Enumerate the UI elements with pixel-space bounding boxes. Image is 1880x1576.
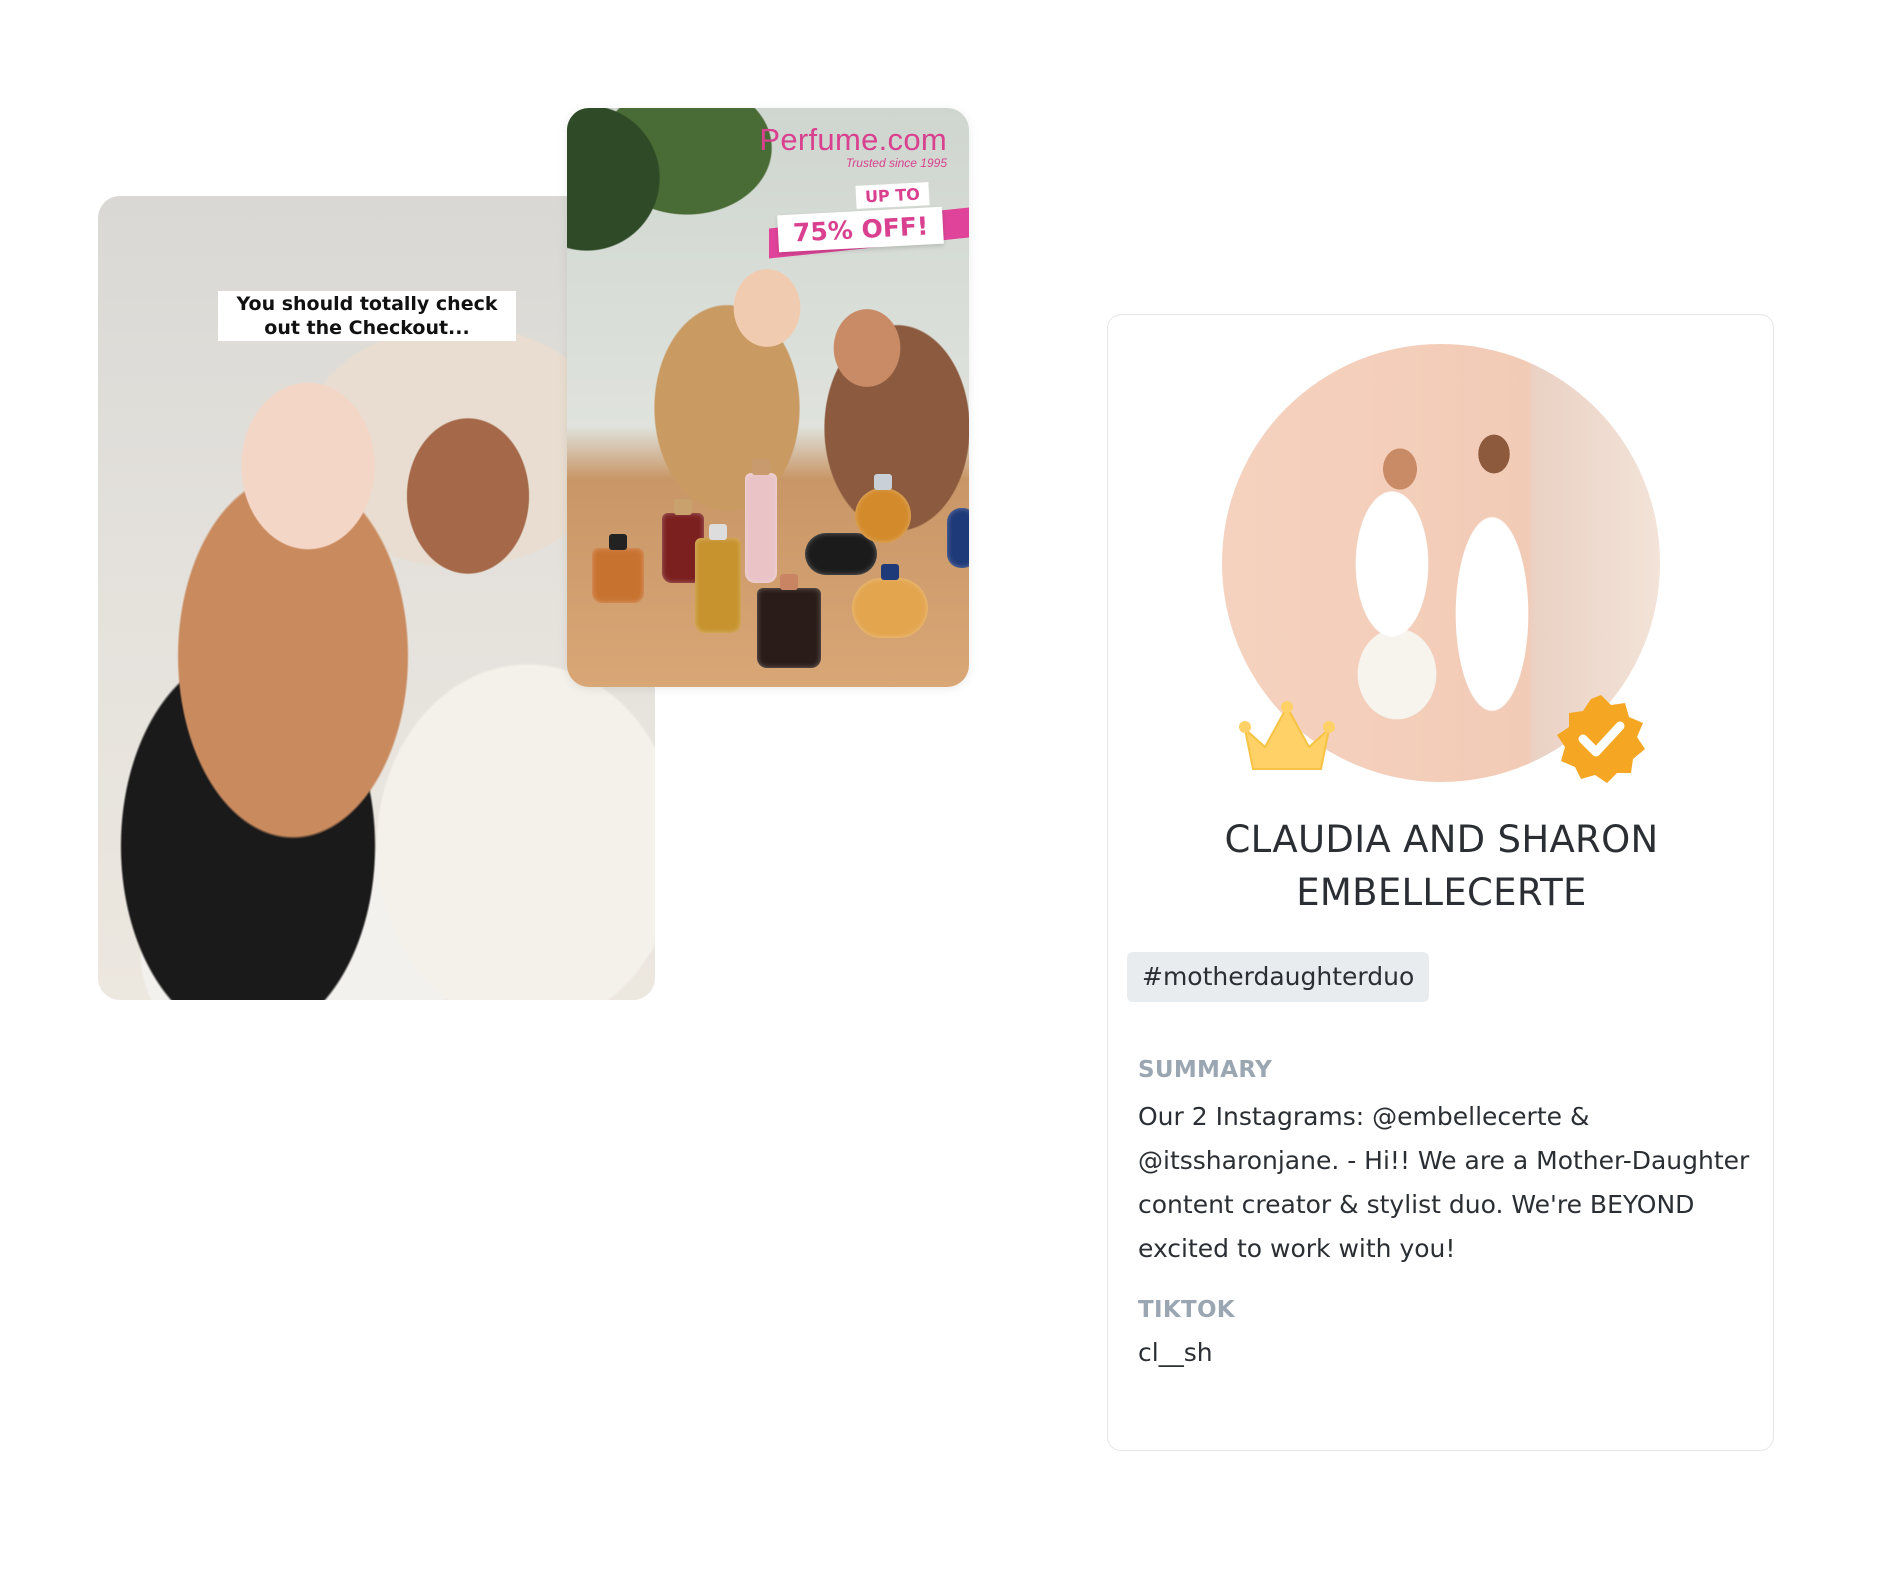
crown-icon	[1239, 701, 1335, 770]
perfume-bottle-image	[805, 533, 877, 575]
perfume-ad-thumbnail-card[interactable]: Perfume.com Trusted since 1995 UP TO 75%…	[567, 108, 969, 687]
brand-name: Perfume.com	[759, 122, 947, 157]
creator-profile-card: CLAUDIA AND SHARON EMBELLECERTE #motherd…	[1107, 314, 1774, 1451]
video-caption: You should totally check out the Checkou…	[218, 291, 516, 341]
tiktok-handle[interactable]: cl__sh	[1138, 1338, 1213, 1367]
hashtag-tag[interactable]: #motherdaughterduo	[1127, 952, 1430, 1002]
creator-name-line: CLAUDIA AND SHARON	[1224, 818, 1659, 861]
perfume-bottle-image	[852, 564, 928, 638]
perfume-brand-logo: Perfume.com Trusted since 1995	[759, 122, 947, 171]
summary-text: Our 2 Instagrams: @embellecerte & @itssh…	[1138, 1102, 1750, 1263]
avatar-container	[1222, 344, 1660, 783]
verified-icon	[1557, 695, 1645, 783]
perfume-bottle-image	[855, 474, 911, 543]
perfume-bottle-image	[757, 574, 821, 668]
promo-offer: 75% OFF!	[776, 206, 944, 253]
summary-label: SUMMARY	[1138, 1057, 1273, 1083]
perfume-bottle-image	[592, 534, 644, 603]
tiktok-label: TIKTOK	[1138, 1297, 1235, 1323]
creator-name: CLAUDIA AND SHARON EMBELLECERTE	[1108, 813, 1775, 919]
creator-name-line: EMBELLECERTE	[1296, 871, 1587, 914]
brand-tagline: Trusted since 1995	[845, 156, 947, 170]
perfume-bottle-image	[695, 524, 741, 633]
perfume-bottle-image	[745, 459, 777, 583]
promo-banner: UP TO 75% OFF!	[769, 182, 969, 266]
promo-prefix: UP TO	[855, 182, 930, 209]
perfume-bottle-image	[947, 508, 969, 568]
